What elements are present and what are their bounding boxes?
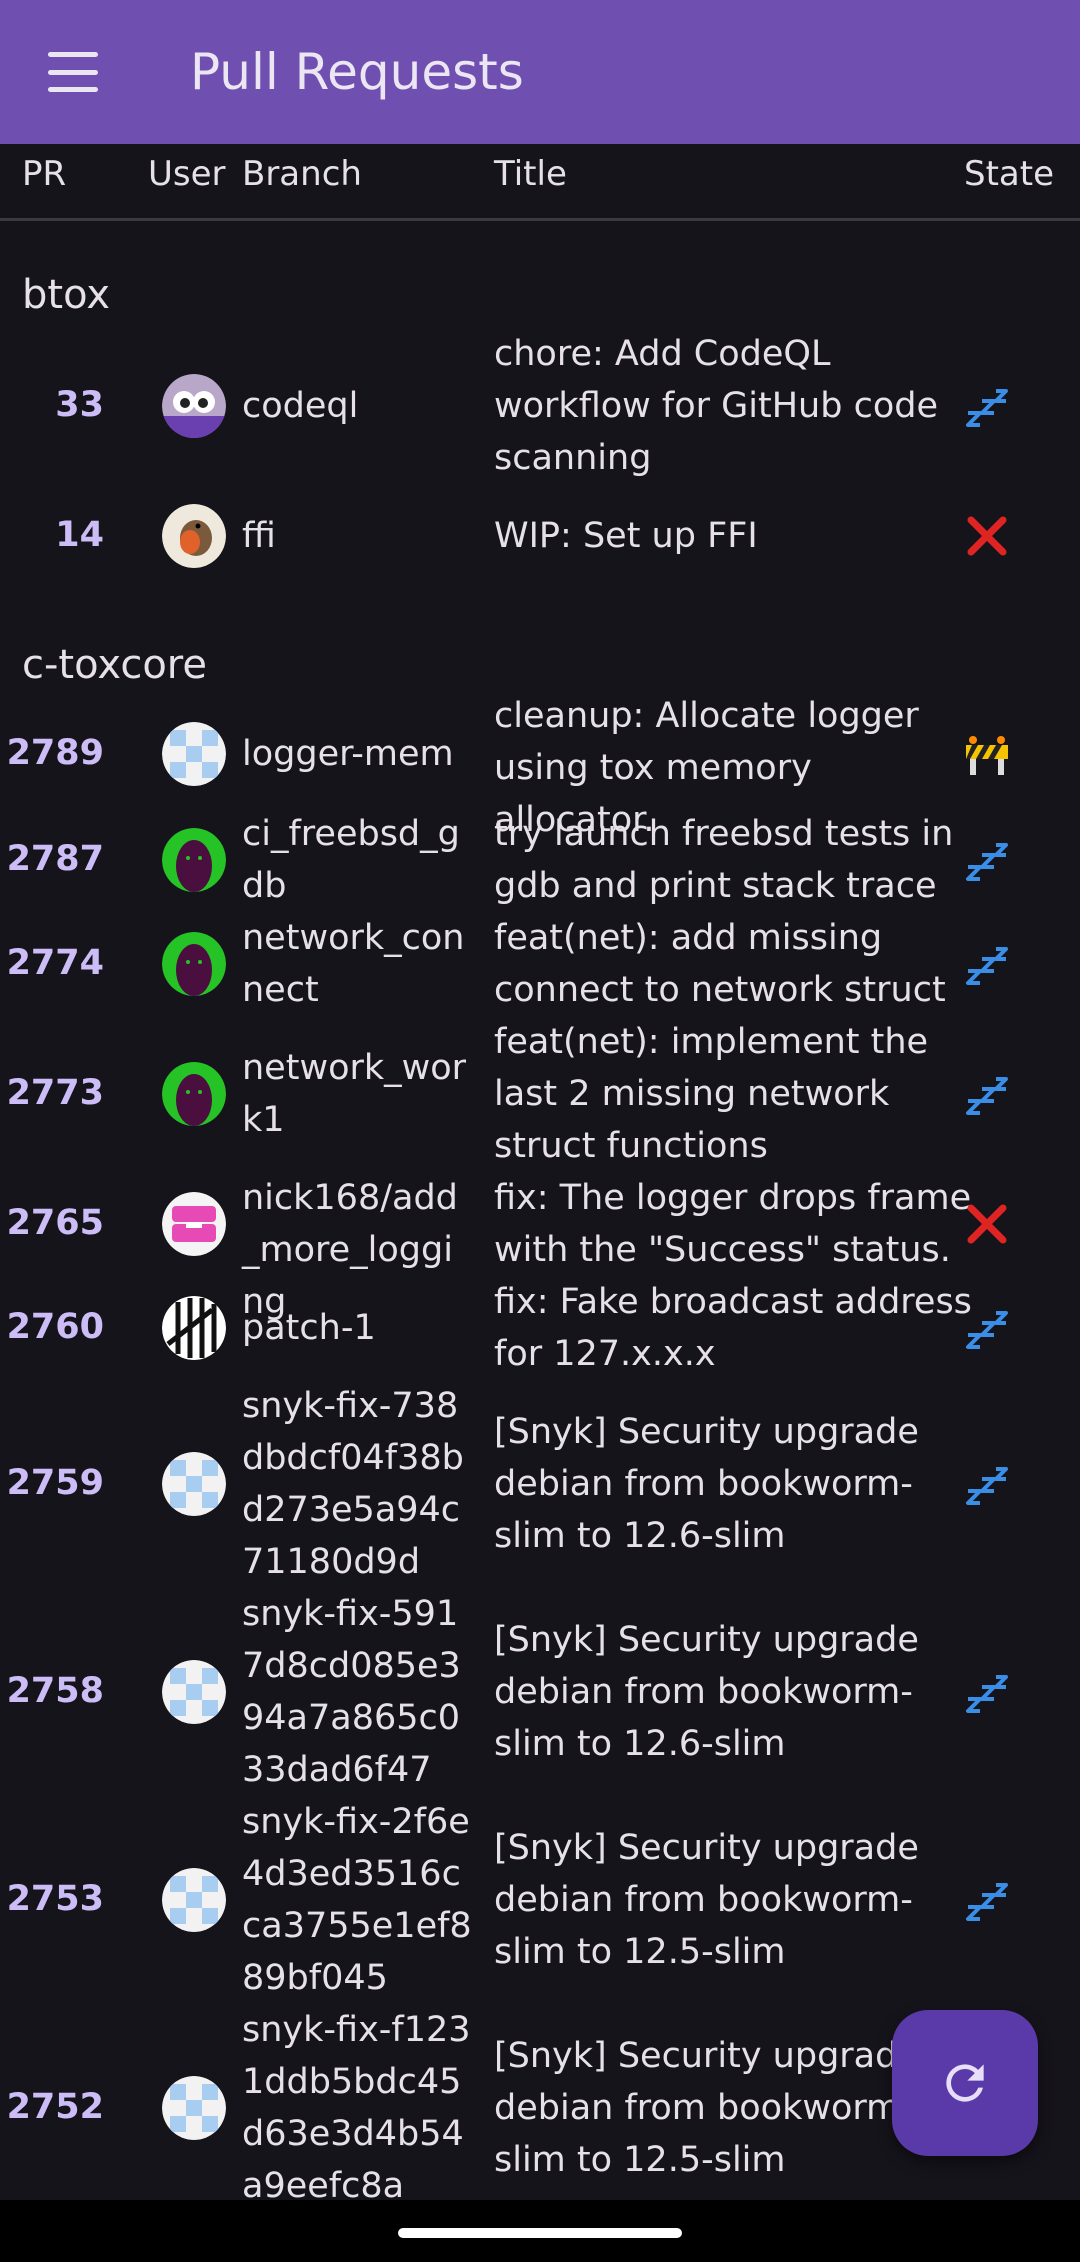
pr-title[interactable]: fix: The logger drops frame with the "Su… bbox=[494, 1172, 974, 1276]
sleeping-state-icon bbox=[964, 1461, 1010, 1507]
branch-name: codeql bbox=[242, 386, 359, 426]
failed-state-icon bbox=[964, 513, 1010, 559]
home-gesture-pill[interactable] bbox=[398, 2228, 682, 2238]
table-row[interactable]: 2789 logger-mem cleanup: Allocate logger u… bbox=[0, 696, 1080, 840]
branch-name: snyk-fix-2f6e4d3ed3516cca3755e1ef889bf04… bbox=[242, 1802, 472, 1998]
sleeping-state-icon bbox=[964, 941, 1010, 987]
pr-number-link[interactable]: 2760 bbox=[0, 1307, 104, 1347]
repo-section-header: btox bbox=[22, 272, 110, 318]
table-row[interactable]: 2773 network_work1 feat(net): implement th… bbox=[0, 1016, 1080, 1172]
branch-name: snyk-fix-5917d8cd085e394a7a865c033dad6f4… bbox=[242, 1594, 461, 1790]
sleeping-state-icon bbox=[964, 1071, 1010, 1117]
refresh-icon bbox=[946, 2064, 984, 2102]
repo-section-header: c-toxcore bbox=[22, 642, 207, 688]
table-header: PR User Branch Title State bbox=[0, 144, 1080, 221]
checker-avatar bbox=[162, 1452, 226, 1516]
branch-name: ffi bbox=[242, 516, 276, 556]
table-row[interactable]: 2765 nick168/add_more_logging fix: The log… bbox=[0, 1172, 1080, 1322]
pr-number-link[interactable]: 2773 bbox=[0, 1073, 104, 1113]
pr-title[interactable]: chore: Add CodeQL workflow for GitHub co… bbox=[494, 328, 974, 484]
table-row[interactable]: 2787 ci_freebsd_gdb try launch freebsd tes… bbox=[0, 808, 1080, 912]
checker-avatar bbox=[162, 722, 226, 786]
pr-number-link[interactable]: 2759 bbox=[0, 1463, 104, 1503]
pr-title[interactable]: feat(net): implement the last 2 missing … bbox=[494, 1016, 974, 1172]
pr-number-link[interactable]: 14 bbox=[0, 515, 104, 555]
pr-number-link[interactable]: 2753 bbox=[0, 1879, 104, 1919]
column-header-pr[interactable]: PR bbox=[22, 154, 66, 194]
green-avatar bbox=[162, 828, 226, 892]
pr-number-link[interactable]: 2789 bbox=[0, 733, 104, 773]
sleeping-state-icon bbox=[964, 1877, 1010, 1923]
pr-title[interactable]: [Snyk] Security upgrade debian from book… bbox=[494, 1822, 974, 1978]
pr-title[interactable]: feat(net): add missing connect to networ… bbox=[494, 912, 974, 1016]
table-row[interactable]: 33 codeql chore: Add CodeQL workflow for G… bbox=[0, 330, 1080, 482]
sleeping-state-icon bbox=[964, 1305, 1010, 1351]
pr-title[interactable]: [Snyk] Security upgrade debian from book… bbox=[494, 1614, 974, 1770]
branch-name: network_work1 bbox=[242, 1048, 467, 1140]
pr-title[interactable]: fix: Fake broadcast address for 127.x.x.… bbox=[494, 1276, 974, 1380]
column-header-state[interactable]: State bbox=[964, 154, 1054, 194]
branch-name: ci_freebsd_gdb bbox=[242, 814, 460, 906]
branch-name: snyk-fix-f1231ddb5bdc45d63e3d4b54a9eefc8… bbox=[242, 2010, 471, 2206]
construction-state-icon bbox=[964, 731, 1010, 777]
branch-name: patch-1 bbox=[242, 1308, 376, 1348]
column-header-branch[interactable]: Branch bbox=[242, 154, 362, 194]
sleeping-state-icon bbox=[964, 1669, 1010, 1715]
pr-number-link[interactable]: 33 bbox=[0, 385, 104, 425]
checker-avatar bbox=[162, 2076, 226, 2140]
table-row[interactable]: 2759 snyk-fix-738dbdcf04f38bd273e5a94c711… bbox=[0, 1380, 1080, 1588]
branch-name: snyk-fix-738dbdcf04f38bd273e5a94c71180d9… bbox=[242, 1386, 464, 1582]
sleeping-state-icon bbox=[964, 383, 1010, 429]
pattern-avatar bbox=[162, 1296, 226, 1360]
hamburger-menu-icon[interactable] bbox=[48, 52, 122, 92]
pr-title[interactable]: try launch freebsd tests in gdb and prin… bbox=[494, 808, 974, 912]
branch-name: network_connect bbox=[242, 918, 465, 1010]
app-bar: Pull Requests bbox=[0, 0, 1080, 144]
pr-title[interactable]: WIP: Set up FFI bbox=[494, 510, 974, 562]
pink-avatar bbox=[162, 1192, 226, 1256]
pull-request-list: btox 33 codeql chore: Add CodeQL workflow f… bbox=[0, 220, 1080, 2212]
sleeping-state-icon bbox=[964, 837, 1010, 883]
green-avatar bbox=[162, 932, 226, 996]
failed-state-icon bbox=[964, 1201, 1010, 1247]
checker-avatar bbox=[162, 1660, 226, 1724]
pr-number-link[interactable]: 2758 bbox=[0, 1671, 104, 1711]
pr-title[interactable]: [Snyk] Security upgrade debian from book… bbox=[494, 1406, 974, 1562]
table-row[interactable]: 2753 snyk-fix-2f6e4d3ed3516cca3755e1ef889… bbox=[0, 1796, 1080, 2004]
page-title: Pull Requests bbox=[190, 43, 524, 101]
robin-avatar bbox=[162, 504, 226, 568]
pr-number-link[interactable]: 2787 bbox=[0, 839, 104, 879]
column-header-user[interactable]: User bbox=[148, 154, 226, 194]
table-row[interactable]: 2774 network_connect feat(net): add missin… bbox=[0, 912, 1080, 1016]
column-header-title[interactable]: Title bbox=[494, 154, 567, 194]
green-avatar bbox=[162, 1062, 226, 1126]
table-row[interactable]: 14 ffi WIP: Set up FFI bbox=[0, 482, 1080, 590]
pr-number-link[interactable]: 2752 bbox=[0, 2087, 104, 2127]
table-row[interactable]: 2758 snyk-fix-5917d8cd085e394a7a865c033da… bbox=[0, 1588, 1080, 1796]
branch-name: logger-mem bbox=[242, 734, 454, 774]
table-row[interactable]: 2760 patch-1 fix: Fake broadcast address f… bbox=[0, 1276, 1080, 1380]
owl-avatar bbox=[162, 374, 226, 438]
checker-avatar bbox=[162, 1868, 226, 1932]
pr-number-link[interactable]: 2774 bbox=[0, 943, 104, 983]
refresh-button[interactable] bbox=[892, 2010, 1038, 2156]
system-navigation-bar bbox=[0, 2200, 1080, 2262]
pr-number-link[interactable]: 2765 bbox=[0, 1203, 104, 1243]
